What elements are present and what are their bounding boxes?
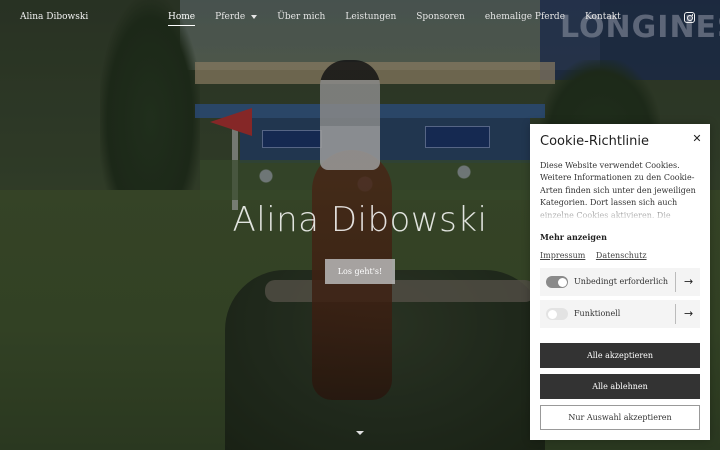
nav-item-home[interactable]: Home <box>168 12 196 26</box>
toggle-knob <box>557 277 567 287</box>
cookie-category-functional: Funktionell → <box>540 300 700 328</box>
nav-item-leistungen[interactable]: Leistungen <box>345 12 396 22</box>
hero-cta-button[interactable]: Los geht's! <box>325 259 395 284</box>
close-icon[interactable]: ✕ <box>690 132 704 146</box>
cookie-description: Diese Website verwendet Cookies. Weitere… <box>540 160 702 220</box>
cookie-category-required: Unbedingt erforderlich → <box>540 268 700 296</box>
toggle-functional[interactable] <box>546 308 568 320</box>
reject-all-button[interactable]: Alle ablehnen <box>540 374 700 399</box>
category-label-required: Unbedingt erforderlich <box>574 277 669 286</box>
cookie-title: Cookie-Richtlinie <box>540 134 650 149</box>
chevron-down-icon <box>251 14 258 19</box>
nav-item-ehemalige-pferde[interactable]: ehemalige Pferde <box>485 12 565 22</box>
nav-item-pferde[interactable]: Pferde <box>215 12 258 22</box>
accept-all-button[interactable]: Alle akzeptieren <box>540 343 700 368</box>
toggle-knob <box>547 309 557 319</box>
nav-item-kontakt[interactable]: Kontakt <box>585 12 621 22</box>
arrow-right-icon[interactable]: → <box>684 307 693 320</box>
scroll-down-icon[interactable] <box>356 431 364 435</box>
category-divider <box>675 272 676 292</box>
nav-item-ueber-mich[interactable]: Über mich <box>277 12 325 22</box>
accept-selection-button[interactable]: Nur Auswahl akzeptieren <box>540 405 700 430</box>
instagram-icon[interactable] <box>684 12 695 23</box>
show-more-link[interactable]: Mehr anzeigen <box>540 232 607 242</box>
nav-item-sponsoren[interactable]: Sponsoren <box>416 12 465 22</box>
category-label-functional: Funktionell <box>574 309 621 318</box>
site-brand[interactable]: Alina Dibowski <box>20 12 88 22</box>
category-divider <box>675 304 676 324</box>
cookie-legal-links: Impressum Datenschutz <box>540 251 655 260</box>
nav-item-pferde-label: Pferde <box>215 12 246 22</box>
top-navigation: Alina Dibowski Home Pferde Über mich Lei… <box>0 0 720 36</box>
impressum-link[interactable]: Impressum <box>540 251 585 260</box>
toggle-required[interactable] <box>546 276 568 288</box>
arrow-right-icon[interactable]: → <box>684 275 693 288</box>
datenschutz-link[interactable]: Datenschutz <box>596 251 647 260</box>
cookie-consent-panel: Cookie-Richtlinie ✕ Diese Website verwen… <box>530 124 710 440</box>
main-menu: Home Pferde Über mich Leistungen Sponsor… <box>168 12 641 26</box>
